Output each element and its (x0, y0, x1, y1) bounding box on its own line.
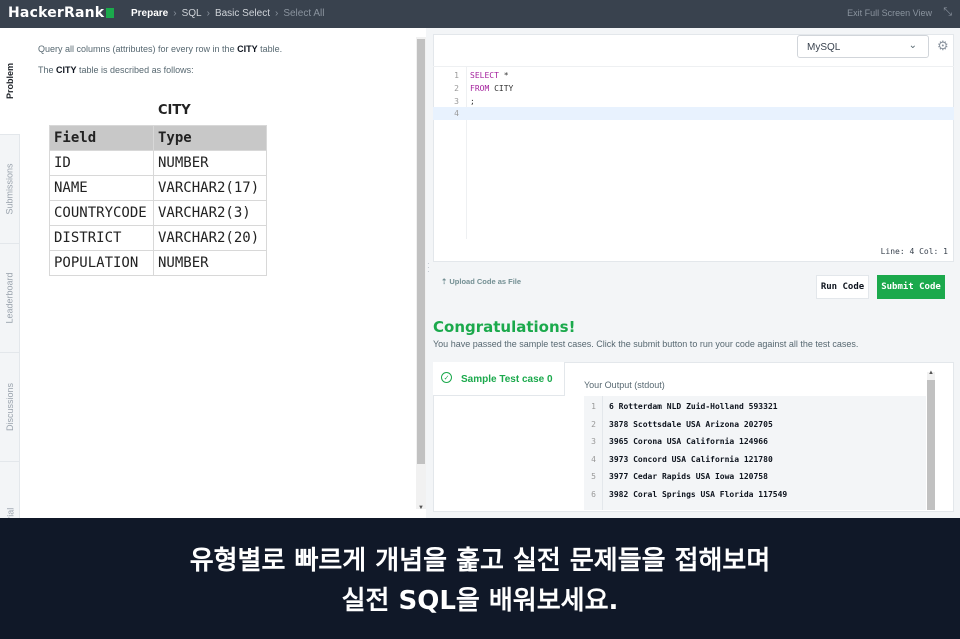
output-line: 4 3973 Concord USA California 121780 (591, 455, 773, 464)
schema-table: Field Type ID NUMBER NAME VARCHAR2(17) COU… (49, 125, 267, 276)
table-row: DISTRICT VARCHAR2(20) (49, 225, 267, 251)
tab-problem[interactable]: Problem (0, 28, 20, 134)
top-nav-bar: HackerRank Prepare › SQL › Basic Select › Sele… (0, 0, 960, 28)
scrollbar-thumb[interactable] (927, 380, 935, 510)
tab-leaderboard[interactable]: Leaderboard (0, 244, 20, 352)
problem-description: Query all columns (attributes) for every… (38, 44, 283, 54)
banner-line-1: 유형별로 빠르게 개념을 훑고 실전 문제들을 접해보며 (189, 546, 771, 576)
problem-table-intro: The CITY table is described as follows: (38, 65, 194, 75)
chevron-right-icon: › (206, 8, 210, 19)
table-row: COUNTRYCODE VARCHAR2(3) (49, 200, 267, 226)
code-line[interactable]: 2 FROM CITY (433, 82, 954, 95)
tab-discussions[interactable]: Discussions (0, 353, 20, 461)
sample-test-case-label[interactable]: Sample Test case 0 (461, 374, 553, 385)
problem-scrollbar[interactable]: ▼ (416, 37, 426, 511)
table-title: CITY (158, 103, 191, 118)
code-line-active[interactable]: 4 (433, 107, 954, 120)
result-title: Congratulations! (433, 318, 576, 336)
field-cell: DISTRICT (49, 225, 154, 251)
chevron-down-icon: ⌄ (908, 40, 917, 51)
tab-submissions[interactable]: Submissions (0, 135, 20, 243)
gear-icon[interactable]: ⚙ (937, 38, 949, 54)
breadcrumb: Prepare › SQL › Basic Select › Select All (131, 8, 324, 19)
hackerrank-logo[interactable]: HackerRank (8, 5, 115, 21)
upload-code-link[interactable]: ⇡ Upload Code as File (441, 277, 521, 286)
table-header-row: Field Type (49, 125, 267, 151)
collapse-icon[interactable]: ⤡ (943, 6, 952, 19)
logo-mark-icon (106, 8, 115, 18)
output-line: 16 Rotterdam NLD Zuid-Holland 593321 (591, 402, 778, 411)
field-cell: ID (49, 150, 154, 176)
output-line: 6 3982 Coral Springs USA Florida 117549 (591, 490, 788, 499)
chevron-right-icon: › (274, 8, 279, 19)
table-row: ID NUMBER (49, 150, 267, 176)
scroll-down-icon[interactable]: ▼ (418, 505, 424, 511)
column-header: Type (153, 125, 267, 151)
exit-fullscreen-link[interactable]: Exit Full Screen View (847, 8, 932, 18)
column-header: Field (49, 125, 154, 151)
type-cell: VARCHAR2(20) (153, 225, 267, 251)
chevron-right-icon: › (173, 8, 177, 19)
run-code-button[interactable]: Run Code (816, 275, 869, 299)
result-subtitle: You have passed the sample test cases. C… (433, 339, 859, 349)
table-row: POPULATION NUMBER (49, 250, 267, 276)
breadcrumb-basic-select[interactable]: Basic Select (215, 8, 270, 19)
language-select[interactable]: MySQL ⌄ (797, 35, 929, 58)
breadcrumb-prepare[interactable]: Prepare (131, 8, 168, 19)
submit-code-button[interactable]: Submit Code (877, 275, 945, 299)
output-label: Your Output (stdout) (584, 380, 665, 390)
breadcrumb-current: Select All (283, 8, 325, 19)
type-cell: VARCHAR2(3) (153, 200, 267, 226)
check-circle-icon: ✓ (441, 372, 452, 383)
code-area[interactable]: 1 SELECT * 2 FROM CITY 3; 4 (433, 66, 954, 239)
banner-line-2: 실전 SQL을 배워보세요. (341, 586, 619, 616)
output-line: 2 3878 Scottsdale USA Arizona 202705 (591, 420, 773, 429)
tab-editorial[interactable]: Editorial (0, 462, 20, 518)
field-cell: COUNTRYCODE (49, 200, 154, 226)
side-tabs: Problem Submissions Leaderboard Discussi… (0, 28, 20, 518)
type-cell: NUMBER (153, 150, 267, 176)
table-row: NAME VARCHAR2(17) (49, 175, 267, 201)
type-cell: NUMBER (153, 250, 267, 276)
resize-handle-icon[interactable]: · · · (427, 260, 430, 276)
output-line: 3 3965 Corona USA California 124966 (591, 437, 768, 446)
type-cell: VARCHAR2(17) (153, 175, 267, 201)
field-cell: POPULATION (49, 250, 154, 276)
scroll-up-icon[interactable]: ▲ (928, 370, 934, 376)
field-cell: NAME (49, 175, 154, 201)
output-line: 5 3977 Cedar Rapids USA Iowa 120758 (591, 472, 768, 481)
code-line[interactable]: 1 SELECT * (433, 69, 954, 82)
problem-panel: Query all columns (attributes) for every… (20, 28, 416, 518)
output-box: 16 Rotterdam NLD Zuid-Holland 593321 2 38… (584, 396, 926, 510)
cursor-position: Line: 4 Col: 1 (880, 247, 948, 256)
breadcrumb-sql[interactable]: SQL (182, 8, 202, 19)
output-scrollbar[interactable]: ▲ (927, 370, 935, 510)
scrollbar-thumb[interactable] (417, 39, 425, 464)
promo-banner: 유형별로 빠르게 개념을 훑고 실전 문제들을 접해보며 실전 SQL을 배워보… (0, 518, 960, 639)
